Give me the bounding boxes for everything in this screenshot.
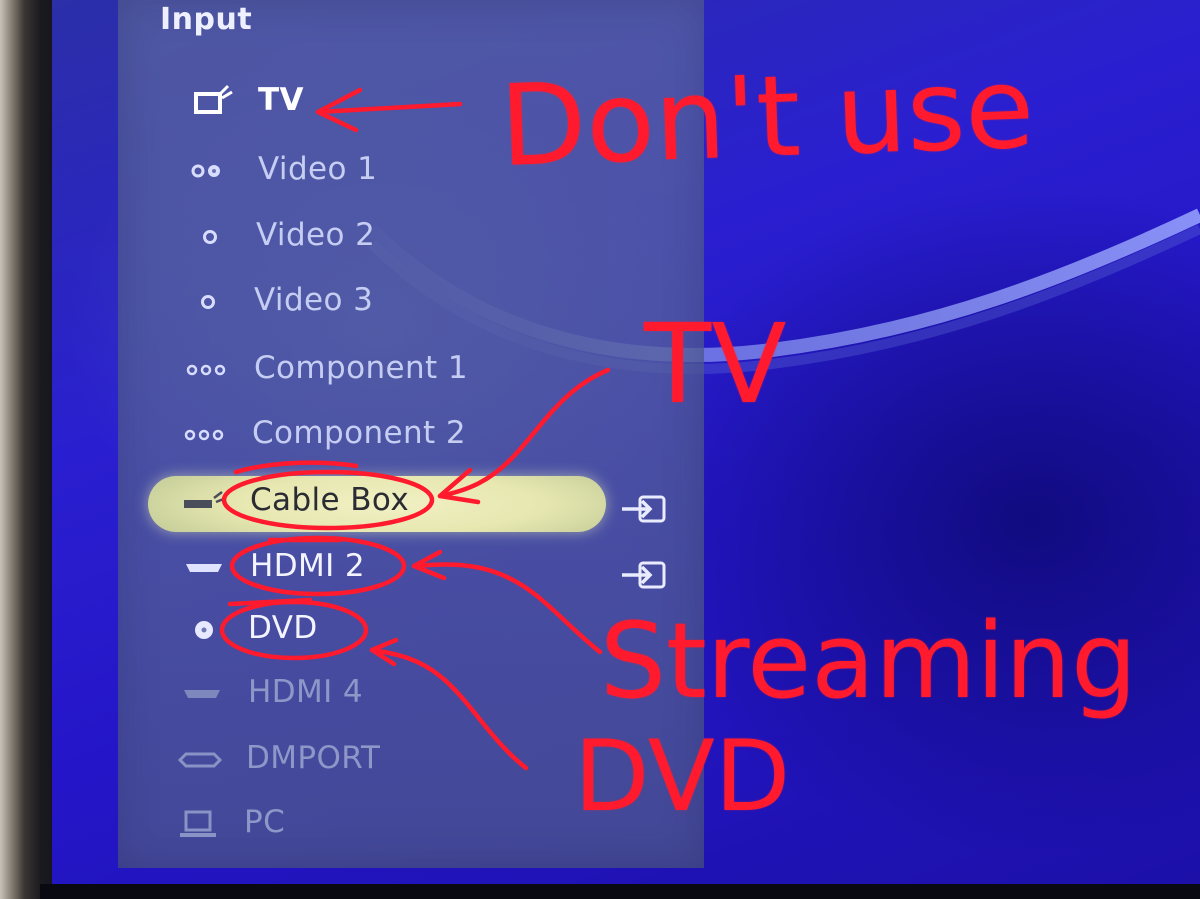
hdmi-port-icon [174,674,230,714]
tv-photo: Input TV Video 1 Video 2 Video 3 Compone… [0,0,1200,899]
input-label: Component 1 [254,350,468,386]
connected-input-icon [622,561,666,589]
tv-antenna-icon [184,82,240,122]
annotation-dvd-note: DVD [574,720,791,834]
menu-title: Input [160,2,253,37]
input-label: Cable Box [250,482,410,518]
input-label: HDMI 2 [250,548,366,584]
circle-jack-icon [182,217,238,257]
tv-bottom-bezel [40,884,1200,899]
dmport-icon [172,740,228,780]
circle-jack-icon [180,282,236,322]
composite-jack-icon [182,151,238,191]
input-label: Video 3 [254,282,374,318]
computer-icon [170,804,226,844]
input-label: PC [244,804,286,840]
input-label: DVD [248,610,318,646]
cable-box-icon [176,482,232,522]
input-label: Video 1 [258,151,378,187]
input-label: Component 2 [252,415,466,451]
tv-bezel [0,0,58,899]
annotation-tv-note: Don't use [497,43,1037,192]
hdmi-port-icon [176,548,232,588]
disc-icon [176,610,232,650]
input-label: HDMI 4 [248,674,364,710]
annotation-cable-note: TV [644,300,787,428]
component-jacks-icon [178,415,234,455]
input-label: DMPORT [246,740,381,776]
input-label: TV [258,82,304,118]
input-label: Video 2 [256,217,376,253]
component-jacks-icon [180,350,236,390]
connected-input-icon [622,495,666,523]
annotation-hdmi-note: Streaming [600,600,1138,722]
